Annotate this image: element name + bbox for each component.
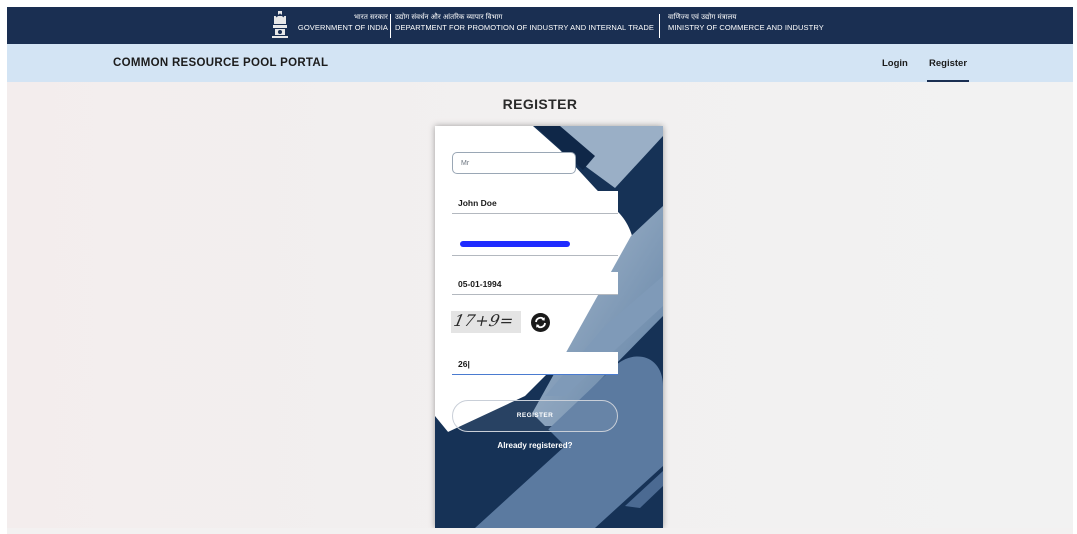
banner-divider [659, 14, 660, 38]
name-field[interactable]: John Doe [452, 191, 618, 214]
login-link[interactable]: Login [882, 58, 908, 69]
refresh-icon [535, 316, 546, 329]
hindi-department-text: उद्योग संवर्धन और आंतरिक व्यापार विभाग [395, 14, 503, 21]
already-registered-link[interactable]: Already registered? [435, 441, 635, 450]
register-submit-button[interactable]: REGISTER [452, 400, 618, 432]
government-of-india-label: भारत सरकार GOVERNMENT OF INDIA [295, 13, 388, 33]
date-of-birth-field[interactable]: 05-01-1994 [452, 272, 618, 295]
portal-nav-bar: COMMON RESOURCE POOL PORTAL Login Regist… [7, 44, 1073, 82]
banner-divider [390, 14, 391, 38]
department-label: उद्योग संवर्धन और आंतरिक व्यापार विभाग D… [395, 13, 654, 33]
register-form-card: Mr John Doe 05-01-1994 17+9= 26| REGISTE… [435, 126, 663, 528]
english-department-text: DEPARTMENT FOR PROMOTION OF INDUSTRY AND… [395, 23, 655, 32]
ministry-label: वाणिज्य एवं उद्योग मंत्रालय MINISTRY OF … [668, 13, 824, 33]
email-field[interactable] [452, 232, 618, 256]
page-title: REGISTER [502, 96, 578, 112]
captcha-answer-field[interactable]: 26| [452, 352, 618, 375]
government-banner: भारत सरकार GOVERNMENT OF INDIA उद्योग सं… [7, 7, 1073, 44]
captcha-text: 17+9= [451, 311, 516, 330]
refresh-captcha-button[interactable] [531, 313, 550, 332]
register-link[interactable]: Register [929, 58, 967, 69]
page-bottom-strip [7, 528, 1073, 534]
hindi-ministry-text: वाणिज्य एवं उद्योग मंत्रालय [668, 14, 737, 21]
captcha-image: 17+9= [451, 311, 521, 333]
english-government-text: GOVERNMENT OF INDIA [297, 23, 388, 32]
hindi-government-text: भारत सरकार [354, 14, 388, 21]
portal-title[interactable]: COMMON RESOURCE POOL PORTAL [113, 57, 328, 69]
title-select[interactable]: Mr [452, 152, 576, 174]
redacted-email-mark [460, 241, 570, 247]
main-content: REGISTER Mr John Doe 05-01-1994 17+9= 26… [7, 82, 1073, 528]
english-ministry-text: MINISTRY OF COMMERCE AND INDUSTRY [668, 23, 824, 32]
national-emblem-icon [272, 11, 288, 38]
